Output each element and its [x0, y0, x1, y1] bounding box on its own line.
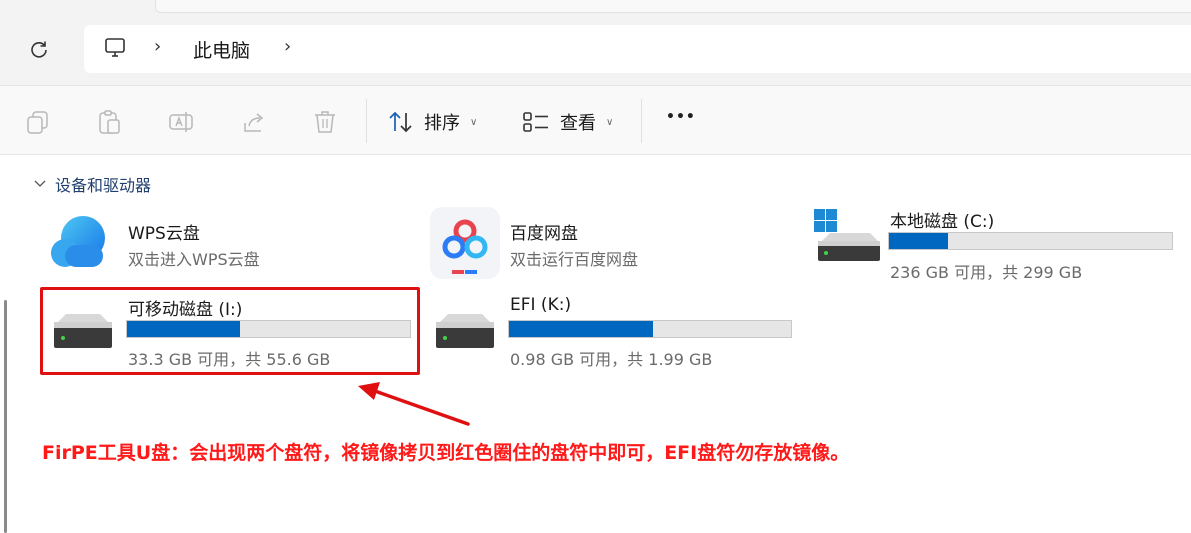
command-bar: 排序 ∨ 查看 ∨ •••: [0, 85, 1191, 155]
chevron-down-icon: ∨: [606, 116, 614, 128]
baidu-netdisk-icon: [430, 207, 500, 279]
drive-usage-fill: [889, 233, 949, 249]
annotation-text: FirPE工具U盘：会出现两个盘符，将镜像拷贝到红色圈住的盘符中即可，EFI盘符…: [42, 442, 850, 464]
breadcrumb-this-pc[interactable]: 此电脑: [193, 36, 250, 63]
toolbar-separator: [641, 99, 642, 143]
share-icon[interactable]: [241, 109, 267, 135]
drive-icon: [436, 314, 494, 348]
group-header[interactable]: 设备和驱动器: [33, 172, 151, 196]
breadcrumb-chevron-icon[interactable]: ›: [284, 36, 291, 57]
search-box-edge[interactable]: [155, 0, 1191, 13]
drive-usage-bar: [888, 232, 1173, 250]
title-strip: [0, 0, 1191, 25]
windows-drive-icon: [814, 209, 880, 261]
annotation-arrow-icon: [358, 382, 470, 426]
drive-subtitle: 双击运行百度网盘: [510, 250, 639, 269]
drive-item-efi-k[interactable]: EFI (K:) 0.98 GB 可用，共 1.99 GB: [430, 290, 800, 370]
drive-item-wps-cloud[interactable]: WPS云盘 双击进入WPS云盘: [48, 205, 378, 275]
view-button[interactable]: 查看 ∨: [522, 108, 613, 136]
refresh-icon: [31, 41, 47, 58]
refresh-button[interactable]: [24, 34, 54, 64]
drive-name: WPS云盘: [128, 224, 200, 244]
view-icon: [523, 112, 548, 132]
wps-cloud-icon: [51, 216, 105, 267]
paste-icon[interactable]: [97, 109, 123, 135]
more-options-button[interactable]: •••: [666, 109, 696, 125]
drive-usage-fill: [509, 321, 653, 337]
address-bar[interactable]: [84, 25, 1191, 73]
drive-subtitle: 双击进入WPS云盘: [128, 250, 260, 269]
chevron-down-icon: [34, 180, 46, 187]
toolbar-separator: [366, 99, 367, 143]
drive-name: EFI (K:): [510, 295, 572, 315]
view-label: 查看: [560, 113, 596, 134]
drive-subtitle: 0.98 GB 可用，共 1.99 GB: [510, 350, 713, 369]
copy-icon[interactable]: [25, 109, 51, 135]
rename-icon[interactable]: [168, 109, 194, 135]
this-pc-icon[interactable]: [104, 37, 126, 59]
vertical-scrollbar[interactable]: [4, 300, 7, 533]
breadcrumb-chevron-icon[interactable]: ›: [154, 36, 161, 57]
drive-usage-bar: [508, 320, 792, 338]
group-title: 设备和驱动器: [55, 176, 152, 195]
sort-icon: [389, 111, 412, 133]
drive-name: 百度网盘: [510, 224, 578, 244]
drive-subtitle: 236 GB 可用，共 299 GB: [890, 263, 1083, 282]
drive-item-local-c[interactable]: 本地磁盘 (C:) 236 GB 可用，共 299 GB: [810, 205, 1180, 282]
drive-name: 本地磁盘 (C:): [890, 212, 995, 232]
highlight-box: [40, 287, 420, 375]
drive-item-baidu-netdisk[interactable]: 百度网盘 双击运行百度网盘: [430, 205, 760, 280]
sort-button[interactable]: 排序 ∨: [388, 108, 477, 136]
chevron-down-icon: ∨: [470, 116, 478, 128]
delete-icon[interactable]: [312, 109, 338, 135]
sort-label: 排序: [424, 113, 460, 134]
